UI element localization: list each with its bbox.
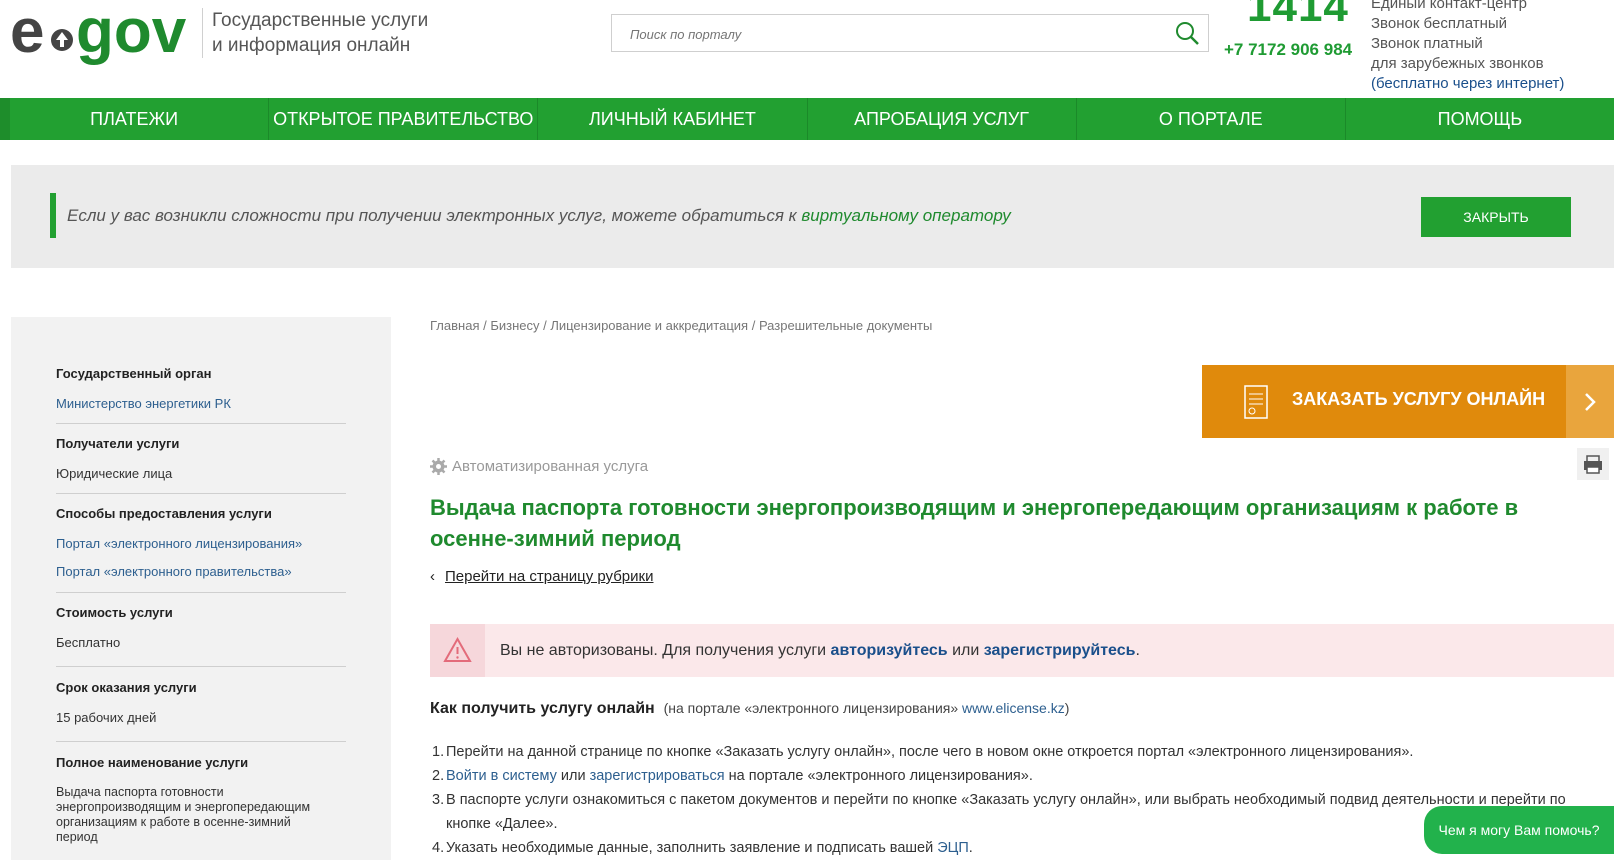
nav-personal-cabinet[interactable]: ЛИЧНЫЙ КАБИНЕТ — [538, 98, 808, 140]
free-internet-link[interactable]: (бесплатно через интернет) — [1371, 75, 1564, 92]
nav-payments[interactable]: ПЛАТЕЖИ — [0, 98, 270, 140]
back-to-category-link[interactable]: Перейти на страницу рубрики — [445, 568, 653, 585]
gear-icon — [430, 458, 447, 475]
crumb-business[interactable]: Бизнесу — [490, 318, 539, 333]
list-item: 2. Войти в систему или зарегистрироваться… — [432, 768, 1033, 784]
logo-divider — [202, 8, 203, 58]
step-4-end: . — [968, 840, 973, 856]
crumb-licensing[interactable]: Лицензирование и аккредитация — [550, 318, 748, 333]
step-4-text: Указать необходимые данные, заполнить за… — [446, 840, 938, 856]
term-value: 15 рабочих дней — [56, 710, 157, 725]
virtual-operator-link[interactable]: виртуальному оператору — [801, 206, 1010, 225]
recipients-value: Юридические лица — [56, 466, 173, 481]
divider — [56, 666, 346, 667]
step-3-text: В паспорте услуги ознакомиться с пакетом… — [446, 792, 1566, 832]
term-heading: Срок оказания услуги — [56, 680, 197, 695]
divider — [56, 741, 346, 742]
step-1-text: Перейти на данной странице по кнопке «За… — [446, 744, 1414, 760]
close-notice-button[interactable]: ЗАКРЫТЬ — [1421, 197, 1571, 237]
contact-center-label: Единый контакт-центр — [1371, 0, 1528, 12]
method-egov-link[interactable]: Портал «электронного правительства» — [56, 564, 292, 579]
step-2-text: на портале «электронного лицензирования»… — [724, 768, 1033, 784]
sign-in-link[interactable]: Войти в систему — [446, 768, 557, 784]
divider — [56, 423, 346, 424]
fullname-value: Выдача паспорта готовности энергопроизво… — [56, 785, 311, 844]
warning-message: Вы не авторизованы. Для получения услуги — [500, 642, 831, 659]
divider — [56, 592, 346, 593]
phone-number[interactable]: +7 7172 906 984 — [1224, 40, 1352, 60]
recipients-heading: Получатели услуги — [56, 436, 180, 451]
intl-call-label: для зарубежных звонков — [1371, 55, 1544, 72]
notice-accent-bar — [50, 193, 56, 238]
warning-period: . — [1135, 642, 1140, 659]
crumb-home[interactable]: Главная — [430, 318, 479, 333]
how-title: Как получить услугу онлайн — [430, 700, 655, 717]
egov-logo[interactable]: e gov — [10, 0, 200, 70]
list-item: 1. Перейти на данной странице по кнопке «… — [432, 744, 1414, 760]
agency-link[interactable]: Министерство энергетики РК — [56, 396, 231, 411]
notice-text: Если у вас возникли сложности при получе… — [67, 206, 1011, 226]
sign-up-link[interactable]: зарегистрироваться — [590, 768, 725, 784]
fullname-heading: Полное наименование услуги — [56, 755, 249, 770]
document-icon — [1244, 385, 1268, 424]
eds-link[interactable]: ЭЦП — [937, 840, 969, 856]
search-box — [611, 14, 1209, 53]
warning-or: или — [947, 642, 984, 659]
warning-icon — [430, 624, 485, 677]
svg-text:gov: gov — [76, 0, 187, 66]
agency-heading: Государственный орган — [56, 366, 212, 381]
order-service-online-button[interactable]: ЗАКАЗАТЬ УСЛУГУ ОНЛАЙН — [1202, 365, 1614, 438]
order-button-label: ЗАКАЗАТЬ УСЛУГУ ОНЛАЙН — [1292, 389, 1546, 409]
chat-help-button[interactable]: Чем я могу Вам помочь? — [1424, 806, 1614, 854]
how-to-section: Как получить услугу онлайн (на портале «… — [430, 700, 1069, 718]
nav-open-government[interactable]: ОТКРЫТОЕ ПРАВИТЕЛЬСТВО — [269, 98, 539, 140]
cost-value: Бесплатно — [56, 635, 121, 650]
methods-heading: Способы предоставления услуги — [56, 506, 272, 521]
tagline-line-2: и информация онлайн — [212, 35, 411, 56]
free-call-label: Звонок бесплатный — [1371, 15, 1508, 32]
search-icon[interactable] — [1174, 20, 1200, 46]
login-link[interactable]: авторизуйтесь — [831, 642, 948, 659]
method-elicense-link[interactable]: Портал «электронного лицензирования» — [56, 536, 302, 551]
notice-message: Если у вас возникли сложности при получе… — [67, 206, 802, 225]
warning-text: Вы не авторизованы. Для получения услуги… — [500, 642, 1140, 660]
step-2-or: или — [556, 768, 590, 784]
page-title: Выдача паспорта готовности энергопроизво… — [430, 495, 1519, 551]
cost-heading: Стоимость услуги — [56, 605, 173, 620]
automated-service-label: Автоматизированная услуга — [452, 458, 649, 475]
crumb-permits[interactable]: Разрешительные документы — [759, 318, 932, 333]
register-link[interactable]: зарегистрируйтесь — [984, 642, 1136, 659]
nav-service-testing[interactable]: АПРОБАЦИЯ УСЛУГ — [808, 98, 1077, 140]
tagline-line-1: Государственные услуги — [212, 10, 429, 31]
contact-info: Единый контакт-центр Звонок бесплатный З… — [1371, 0, 1564, 94]
breadcrumb: Главная / Бизнесу / Лицензирование и акк… — [430, 318, 933, 333]
search-input[interactable] — [612, 15, 1172, 53]
how-subtitle-end: ) — [1064, 700, 1070, 716]
site-tagline: Государственные услуги и информация онла… — [212, 8, 472, 58]
paid-call-label: Звонок платный — [1371, 35, 1483, 52]
print-icon[interactable] — [1577, 448, 1609, 480]
nav-help[interactable]: ПОМОЩЬ — [1346, 98, 1614, 140]
how-subtitle: (на портале «электронного лицензирования… — [663, 700, 963, 716]
contact-number[interactable]: 1414 — [1247, 0, 1349, 32]
nav-edge — [0, 98, 10, 140]
svg-text:e: e — [10, 0, 44, 66]
chevron-right-icon — [1566, 365, 1614, 438]
elicense-link[interactable]: www.elicense.kz — [962, 700, 1065, 716]
chevron-left-icon: ‹ — [430, 568, 435, 585]
nav-about[interactable]: О ПОРТАЛЕ — [1077, 98, 1346, 140]
divider — [56, 493, 346, 494]
main-nav: ПЛАТЕЖИ ОТКРЫТОЕ ПРАВИТЕЛЬСТВО ЛИЧНЫЙ КА… — [0, 98, 1614, 140]
